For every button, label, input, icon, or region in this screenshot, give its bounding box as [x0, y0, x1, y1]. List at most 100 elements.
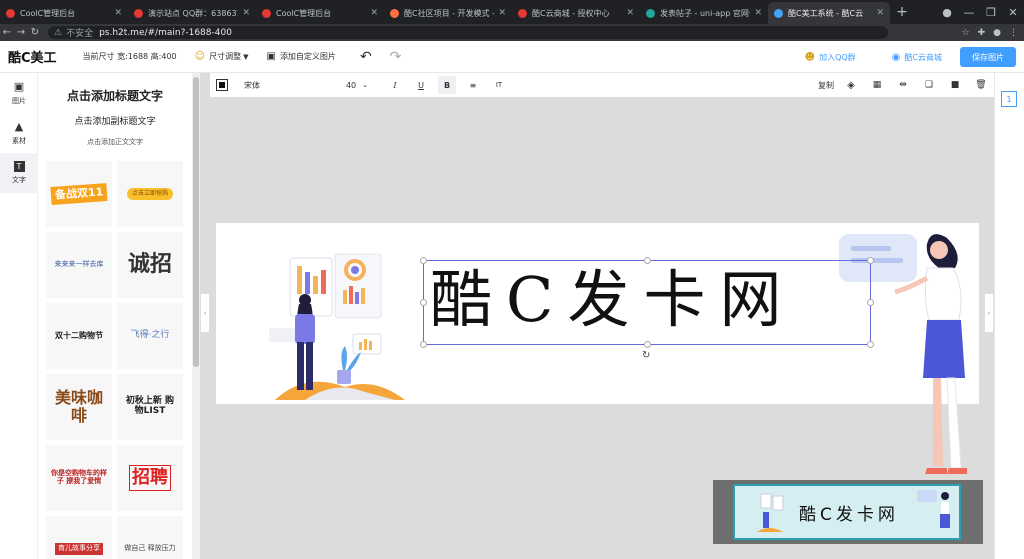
add-subtitle-text[interactable]: 点击添加副标题文字 — [38, 114, 192, 127]
forward-icon[interactable]: → — [14, 27, 28, 38]
browser-tab[interactable]: 发表帖子 - uni-app 官网论坛✕ — [640, 2, 768, 24]
template-card[interactable]: 点击立即抢购 — [117, 161, 183, 227]
template-card[interactable]: 备战双11 — [46, 161, 112, 227]
copy-button[interactable]: 复制 — [814, 80, 838, 91]
template-card[interactable]: 来来来一样去库 — [46, 232, 112, 298]
template-card[interactable]: 初秋上新 购物LIST — [117, 374, 183, 440]
sidebar-item-images[interactable]: ▣ 图片 — [0, 73, 38, 113]
resize-handle[interactable] — [644, 341, 651, 348]
template-grid: 备战双11 点击立即抢购 来来来一样去库 诚招 双十二购物节 飞得·之行 美味咖… — [46, 161, 186, 559]
template-card[interactable]: 育儿故事分享 — [46, 516, 112, 559]
close-icon[interactable]: ✕ — [370, 8, 378, 18]
flip-icon[interactable]: ⇹ — [890, 80, 916, 90]
minimap[interactable]: 酷C发卡网 — [713, 480, 983, 544]
template-card[interactable]: 飞得·之行 — [117, 303, 183, 369]
close-icon[interactable]: ✕ — [242, 8, 250, 18]
add-body-text[interactable]: 点击添加正文文字 — [38, 137, 192, 147]
minimap-viewport[interactable]: 酷C发卡网 — [733, 484, 961, 540]
add-title-text[interactable]: 点击添加标题文字 — [38, 87, 192, 104]
resize-handle[interactable] — [867, 299, 874, 306]
add-custom-image-button[interactable]: ▣ 添加自定义图片 — [266, 51, 335, 62]
browser-tab[interactable]: 酷C社区项目 - 开发模式 - apizo✕ — [384, 2, 512, 24]
shadow-icon[interactable]: ❏ — [916, 80, 942, 90]
smile-icon: ☺ — [194, 51, 206, 62]
font-size-select[interactable]: 40 ⌄ — [340, 81, 374, 90]
new-tab-button[interactable]: + — [890, 2, 914, 24]
template-card[interactable]: 招聘 — [117, 445, 183, 511]
url-input[interactable]: ⚠ 不安全 ps.h2t.me/#/main?-1688-400 — [48, 26, 888, 39]
tab-favicon-icon — [774, 8, 783, 18]
tab-search-icon[interactable]: ● — [936, 6, 958, 19]
tab-favicon-icon — [646, 8, 655, 18]
italic-button[interactable]: I — [386, 76, 404, 94]
redo-button[interactable]: ↷ — [390, 49, 402, 65]
close-icon[interactable]: ✕ — [876, 8, 884, 18]
text-color-swatch[interactable] — [216, 79, 228, 91]
browser-tab[interactable]: CoolC管理后台 ✕ — [256, 2, 384, 24]
address-bar: ← → ↻ ⚠ 不安全 ps.h2t.me/#/main?-1688-400 ☆… — [0, 24, 1024, 41]
lock-icon[interactable]: ■ — [942, 80, 968, 90]
warning-icon: ⚠ — [54, 27, 63, 38]
browser-tab[interactable]: 酷C云商城 - 授权中心 ✕ — [512, 2, 640, 24]
left-sidebar: ▣ 图片 ▲ 素材 T 文字 — [0, 73, 38, 559]
resize-handle[interactable] — [420, 299, 427, 306]
image-icon: ▣ — [13, 80, 25, 93]
cloud-shop-button[interactable]: ◉ 酷C云商城 — [892, 52, 942, 63]
sidebar-item-materials[interactable]: ▲ 素材 — [0, 113, 38, 153]
resize-handle[interactable] — [867, 341, 874, 348]
color-square-icon — [219, 82, 225, 88]
profile-icon[interactable]: ● — [993, 28, 1001, 38]
rotate-handle-icon[interactable]: ↻ — [642, 350, 650, 361]
scrollbar-thumb[interactable] — [193, 77, 199, 367]
dashboard-illustration[interactable] — [265, 252, 415, 404]
bold-button[interactable]: B — [438, 76, 456, 94]
text-panel: 点击添加标题文字 点击添加副标题文字 点击添加正文文字 备战双11 点击立即抢购… — [38, 73, 192, 559]
menu-icon[interactable]: ⋮ — [1009, 28, 1018, 38]
resize-handle[interactable] — [420, 341, 427, 348]
resize-button[interactable]: ☺ 尺寸调整 ▼ — [195, 51, 249, 62]
font-family-select[interactable]: 宋体 — [244, 80, 324, 91]
browser-actions: ☆ ✚ ● ⋮ — [962, 28, 1018, 38]
minimize-icon[interactable]: — — [958, 6, 980, 19]
page-thumbnail-1[interactable]: 1 — [1001, 91, 1017, 107]
resize-handle[interactable] — [420, 257, 427, 264]
sidebar-item-text[interactable]: T 文字 — [0, 153, 38, 193]
template-card[interactable]: 诚招 — [117, 232, 183, 298]
template-card[interactable]: 你是空购物车的样子 撩我了爱情 — [46, 445, 112, 511]
browser-tab[interactable]: CoolC管理后台 ✕ — [0, 2, 128, 24]
transparency-icon[interactable]: ▦ — [864, 80, 890, 90]
window-controls: ● — ❐ ✕ — [936, 0, 1024, 24]
underline-button[interactable]: U — [412, 76, 430, 94]
spacing-button[interactable]: IT — [490, 76, 508, 94]
delete-icon[interactable]: 🗑 — [968, 80, 994, 90]
canvas-text[interactable]: 酷C发卡网 — [430, 262, 795, 338]
collapse-left-handle[interactable]: ‹ — [200, 293, 210, 333]
panel-scrollbar[interactable] — [192, 73, 200, 559]
extension-icon[interactable]: ✚ — [978, 28, 986, 38]
close-icon[interactable]: ✕ — [114, 8, 122, 18]
browser-tab[interactable]: 演示站点 QQ群：638631462✕ — [128, 2, 256, 24]
join-qq-group-button[interactable]: ☻ 加入QQ群 — [805, 52, 856, 63]
template-card[interactable]: 美味咖啡 — [46, 374, 112, 440]
template-card[interactable]: 双十二购物节 — [46, 303, 112, 369]
align-button[interactable]: ≡ — [464, 76, 482, 94]
tab-favicon-icon — [390, 8, 399, 18]
restore-icon[interactable]: ❐ — [980, 6, 1002, 19]
back-icon[interactable]: ← — [0, 27, 14, 38]
browser-tab-active[interactable]: 酷C美工系统 - 酷C云 ✕ — [768, 2, 890, 24]
minimap-figure — [917, 490, 950, 528]
template-card[interactable]: 做自己 释放压力 — [117, 516, 183, 559]
save-image-button[interactable]: 保存图片 — [960, 47, 1016, 67]
layers-icon[interactable]: ◈ — [838, 80, 864, 91]
undo-button[interactable]: ↶ — [360, 49, 372, 65]
reload-icon[interactable]: ↻ — [28, 27, 42, 38]
close-icon[interactable]: ✕ — [626, 8, 634, 18]
close-window-icon[interactable]: ✕ — [1002, 6, 1024, 19]
close-icon[interactable]: ✕ — [754, 8, 762, 18]
shop-icon: ◉ — [891, 51, 901, 63]
collapse-right-handle[interactable]: › — [984, 293, 994, 333]
close-icon[interactable]: ✕ — [498, 8, 506, 18]
resize-handle[interactable] — [867, 257, 874, 264]
chevron-down-icon: ⌄ — [362, 81, 369, 89]
bookmark-star-icon[interactable]: ☆ — [962, 28, 970, 38]
